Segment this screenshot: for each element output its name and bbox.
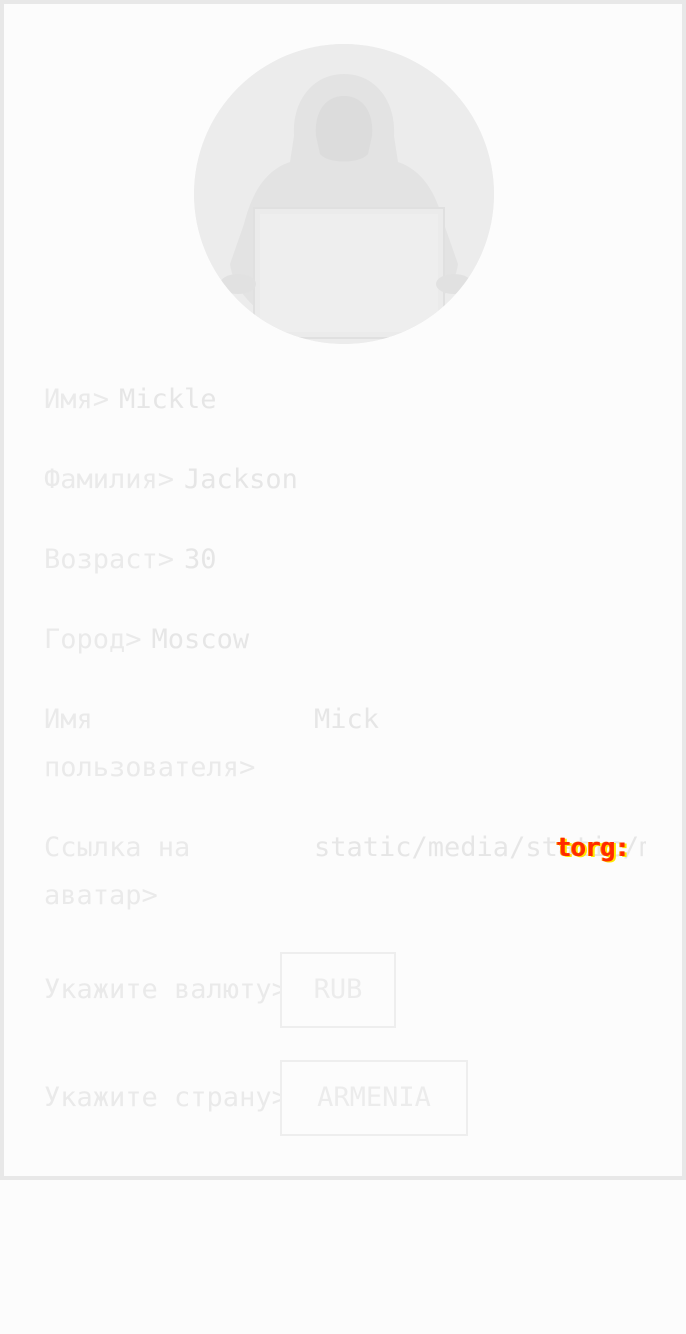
avatar-link-label: Ссылка на аватар> (44, 832, 191, 911)
last-name-row: Фамилия> Jackson (44, 456, 298, 504)
avatar (194, 44, 494, 344)
avatar-image (194, 44, 494, 344)
city-value: Moscow (151, 624, 250, 655)
age-row: Возраст> 30 (44, 536, 217, 584)
country-row: Укажите страну> (44, 1074, 288, 1122)
currency-row: Укажите валюту> (44, 966, 288, 1014)
first-name-label: Имя> (44, 384, 110, 415)
avatar-link-row: Ссылка на аватар> static/media/static/me… (44, 824, 646, 924)
age-label: Возраст> (44, 544, 175, 575)
overlay-text: torg: (556, 833, 630, 863)
age-value: 30 (184, 544, 217, 575)
first-name-value: Mickle (119, 384, 217, 415)
country-label: Укажите страну> (44, 1082, 288, 1113)
profile-card: Имя> Mickle Фамилия> Jackson Возраст> 30 Го… (0, 0, 686, 1180)
username-row: Имя пользователя> Mick (44, 696, 644, 796)
currency-select[interactable]: RUB (280, 952, 396, 1028)
username-label: Имя пользователя> (44, 704, 256, 783)
country-select[interactable]: ARMENIA (280, 1060, 468, 1136)
city-row: Город> Moscow (44, 616, 249, 664)
city-label: Город> (44, 624, 142, 655)
currency-label: Укажите валюту> (44, 974, 288, 1005)
last-name-label: Фамилия> (44, 464, 175, 495)
last-name-value: Jackson (184, 464, 298, 495)
username-value: Mick (314, 704, 380, 735)
first-name-row: Имя> Mickle (44, 376, 217, 424)
